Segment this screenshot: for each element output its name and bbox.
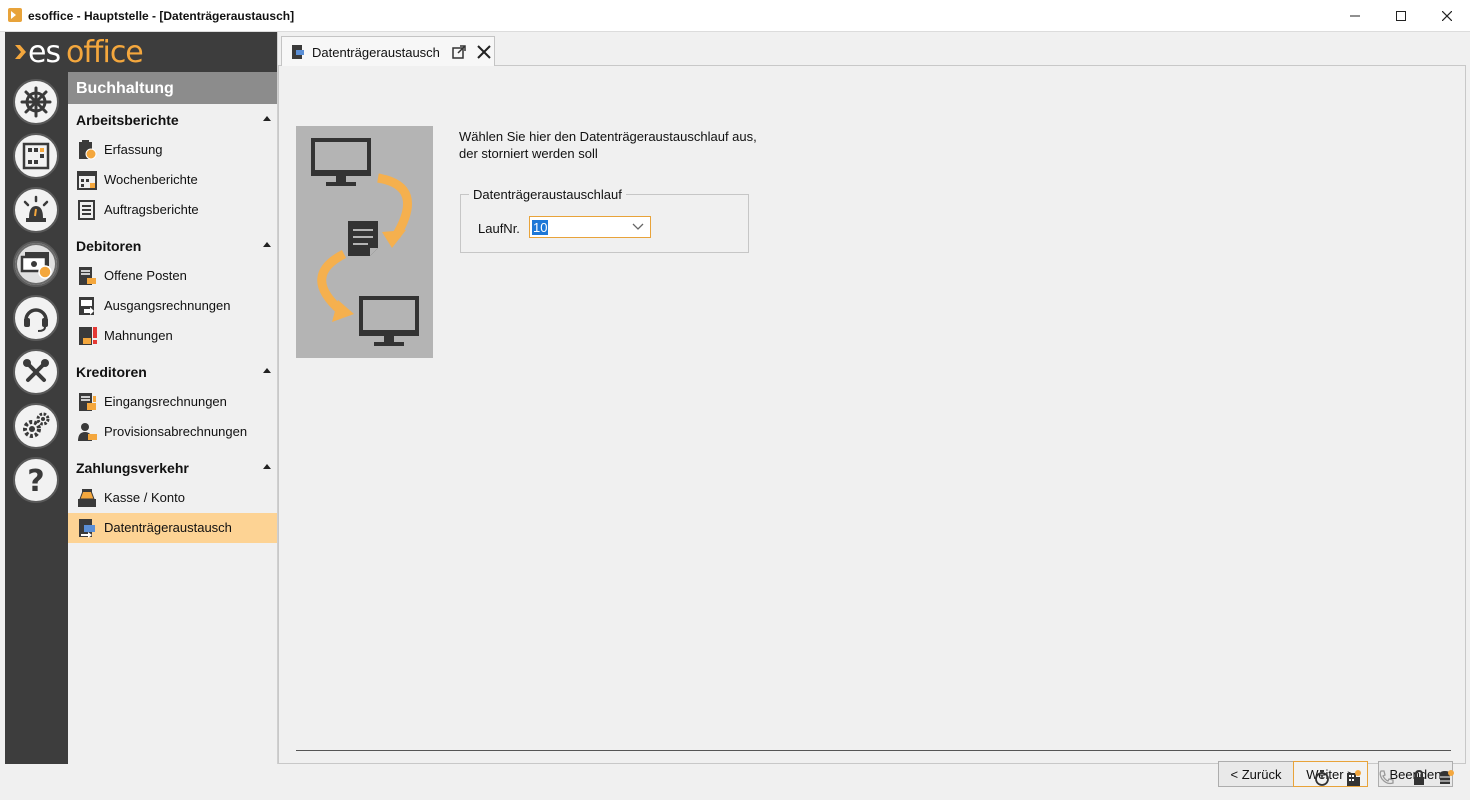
window-title: esoffice - Hauptstelle - [Datenträgeraus… [28, 9, 295, 23]
rail-button-help[interactable]: ? [13, 457, 59, 503]
brand-logo: es office [5, 32, 277, 72]
run-number-combobox[interactable]: 10 [529, 216, 651, 238]
nav-item-label: Erfassung [104, 142, 163, 157]
rail-button-settings[interactable] [13, 403, 59, 449]
collapse-caret-icon [263, 242, 271, 247]
report-list-icon [78, 200, 95, 220]
ships-wheel-icon [20, 86, 52, 118]
calendar-icon [77, 171, 97, 190]
gears-icon [23, 412, 50, 438]
chevron-down-icon[interactable] [632, 223, 644, 231]
nav-item-offene-posten[interactable]: Offene Posten [68, 261, 277, 291]
button-separator [296, 750, 1451, 751]
phone-icon[interactable] [1377, 769, 1395, 787]
close-tab-icon[interactable] [476, 44, 492, 60]
content-area: Datenträgeraustausch Wählen Sie hier den… [277, 32, 1466, 787]
rail-button-tools[interactable] [13, 349, 59, 395]
reminder-warning-icon [79, 327, 97, 345]
nav-item-label: Datenträgeraustausch [104, 520, 232, 535]
tab-label: Datenträgeraustausch [312, 45, 440, 60]
nav-item-label: Auftragsberichte [104, 202, 199, 217]
rail-button-planning[interactable] [13, 133, 59, 179]
nav-item-datentraegeraustausch[interactable]: Datenträgeraustausch [68, 513, 277, 543]
collapse-caret-icon [263, 464, 271, 469]
planner-grid-icon [22, 142, 50, 170]
instruction-line-2: der storniert werden soll [459, 146, 598, 161]
open-items-icon [79, 267, 96, 285]
navigation-panel: Buchhaltung Arbeitsberichte Erfassung Wo… [68, 72, 277, 764]
nav-item-mahnungen[interactable]: Mahnungen [68, 321, 277, 351]
database-icon[interactable] [1437, 769, 1455, 787]
cash-register-icon [78, 489, 96, 507]
nav-group-zahlungsverkehr[interactable]: Zahlungsverkehr [68, 452, 277, 482]
nav-item-label: Ausgangsrechnungen [104, 298, 231, 313]
headset-icon [24, 308, 48, 332]
app-icon [8, 8, 22, 22]
minimize-icon [1350, 15, 1360, 17]
nav-group-label: Kreditoren [76, 364, 147, 380]
nav-item-auftragsberichte[interactable]: Auftragsberichte [68, 195, 277, 225]
run-number-label: LaufNr. [478, 221, 520, 236]
tab-strip: Datenträgeraustausch [278, 32, 1466, 67]
alarm-light-icon [23, 195, 49, 222]
minimize-button[interactable] [1332, 0, 1378, 32]
tab-datentraegeraustausch[interactable]: Datenträgeraustausch [281, 36, 495, 67]
money-icon [20, 252, 52, 279]
data-exchange-icon [292, 45, 304, 59]
instruction-text: Wählen Sie hier den Datenträgeraustausch… [459, 128, 819, 162]
nav-item-label: Kasse / Konto [104, 490, 185, 505]
nav-item-label: Provisionsabrechnungen [104, 424, 248, 439]
brand-text-office: office [66, 35, 144, 70]
wizard-panel: Wählen Sie hier den Datenträgeraustausch… [278, 66, 1466, 787]
rail-button-accounting[interactable] [13, 241, 59, 287]
popout-icon[interactable] [452, 45, 466, 59]
lock-icon[interactable] [1410, 769, 1428, 787]
nav-item-wochenberichte[interactable]: Wochenberichte [68, 165, 277, 195]
maximize-button[interactable] [1378, 0, 1424, 32]
maximize-icon [1396, 11, 1406, 21]
collapse-caret-icon [263, 368, 271, 373]
run-number-value: 10 [532, 220, 549, 235]
rail-button-support[interactable] [13, 295, 59, 341]
nav-item-ausgangsrechnungen[interactable]: Ausgangsrechnungen [68, 291, 277, 321]
nav-item-label: Mahnungen [104, 328, 173, 343]
nav-item-eingangsrechnungen[interactable]: Eingangsrechnungen [68, 387, 277, 417]
collapse-caret-icon [263, 116, 271, 121]
nav-item-label: Eingangsrechnungen [104, 394, 227, 409]
run-groupbox: Datenträgeraustauschlauf LaufNr. 10 [460, 187, 749, 253]
svg-text:?: ? [27, 464, 44, 496]
clipboard-clock-icon [79, 140, 97, 160]
nav-item-label: Wochenberichte [104, 172, 198, 187]
building-icon[interactable] [1344, 769, 1362, 787]
nav-group-label: Zahlungsverkehr [76, 460, 189, 476]
back-button[interactable]: < Zurück [1218, 761, 1294, 787]
nav-group-debitoren[interactable]: Debitoren [68, 230, 277, 260]
rail-button-dashboard[interactable] [13, 79, 59, 125]
nav-header: Buchhaltung [68, 72, 277, 104]
nav-item-label: Offene Posten [104, 268, 187, 283]
tools-icon [23, 359, 49, 382]
data-exchange-icon [79, 519, 95, 538]
close-window-button[interactable] [1424, 0, 1470, 32]
nav-item-erfassung[interactable]: Erfassung [68, 135, 277, 165]
brand-chevron-icon [15, 45, 26, 59]
nav-group-label: Arbeitsberichte [76, 112, 179, 128]
nav-item-kasse-konto[interactable]: Kasse / Konto [68, 483, 277, 513]
instruction-line-1: Wählen Sie hier den Datenträgeraustausch… [459, 129, 757, 144]
groupbox-title: Datenträgeraustauschlauf [469, 187, 626, 202]
stopwatch-icon[interactable] [1313, 769, 1331, 787]
rail-button-alarms[interactable] [13, 187, 59, 233]
commission-person-icon [78, 423, 97, 441]
nav-item-provisionsabrechnungen[interactable]: Provisionsabrechnungen [68, 417, 277, 447]
brand-text-es: es [28, 35, 61, 70]
data-transfer-illustration [296, 126, 433, 358]
outgoing-invoice-icon [79, 297, 94, 315]
nav-group-arbeitsberichte[interactable]: Arbeitsberichte [68, 104, 277, 134]
nav-group-label: Debitoren [76, 238, 142, 254]
close-icon [1442, 11, 1452, 21]
incoming-invoice-icon [79, 393, 96, 411]
help-icon: ? [27, 464, 44, 496]
title-bar: esoffice - Hauptstelle - [Datenträgeraus… [0, 0, 1470, 32]
nav-group-kreditoren[interactable]: Kreditoren [68, 356, 277, 386]
